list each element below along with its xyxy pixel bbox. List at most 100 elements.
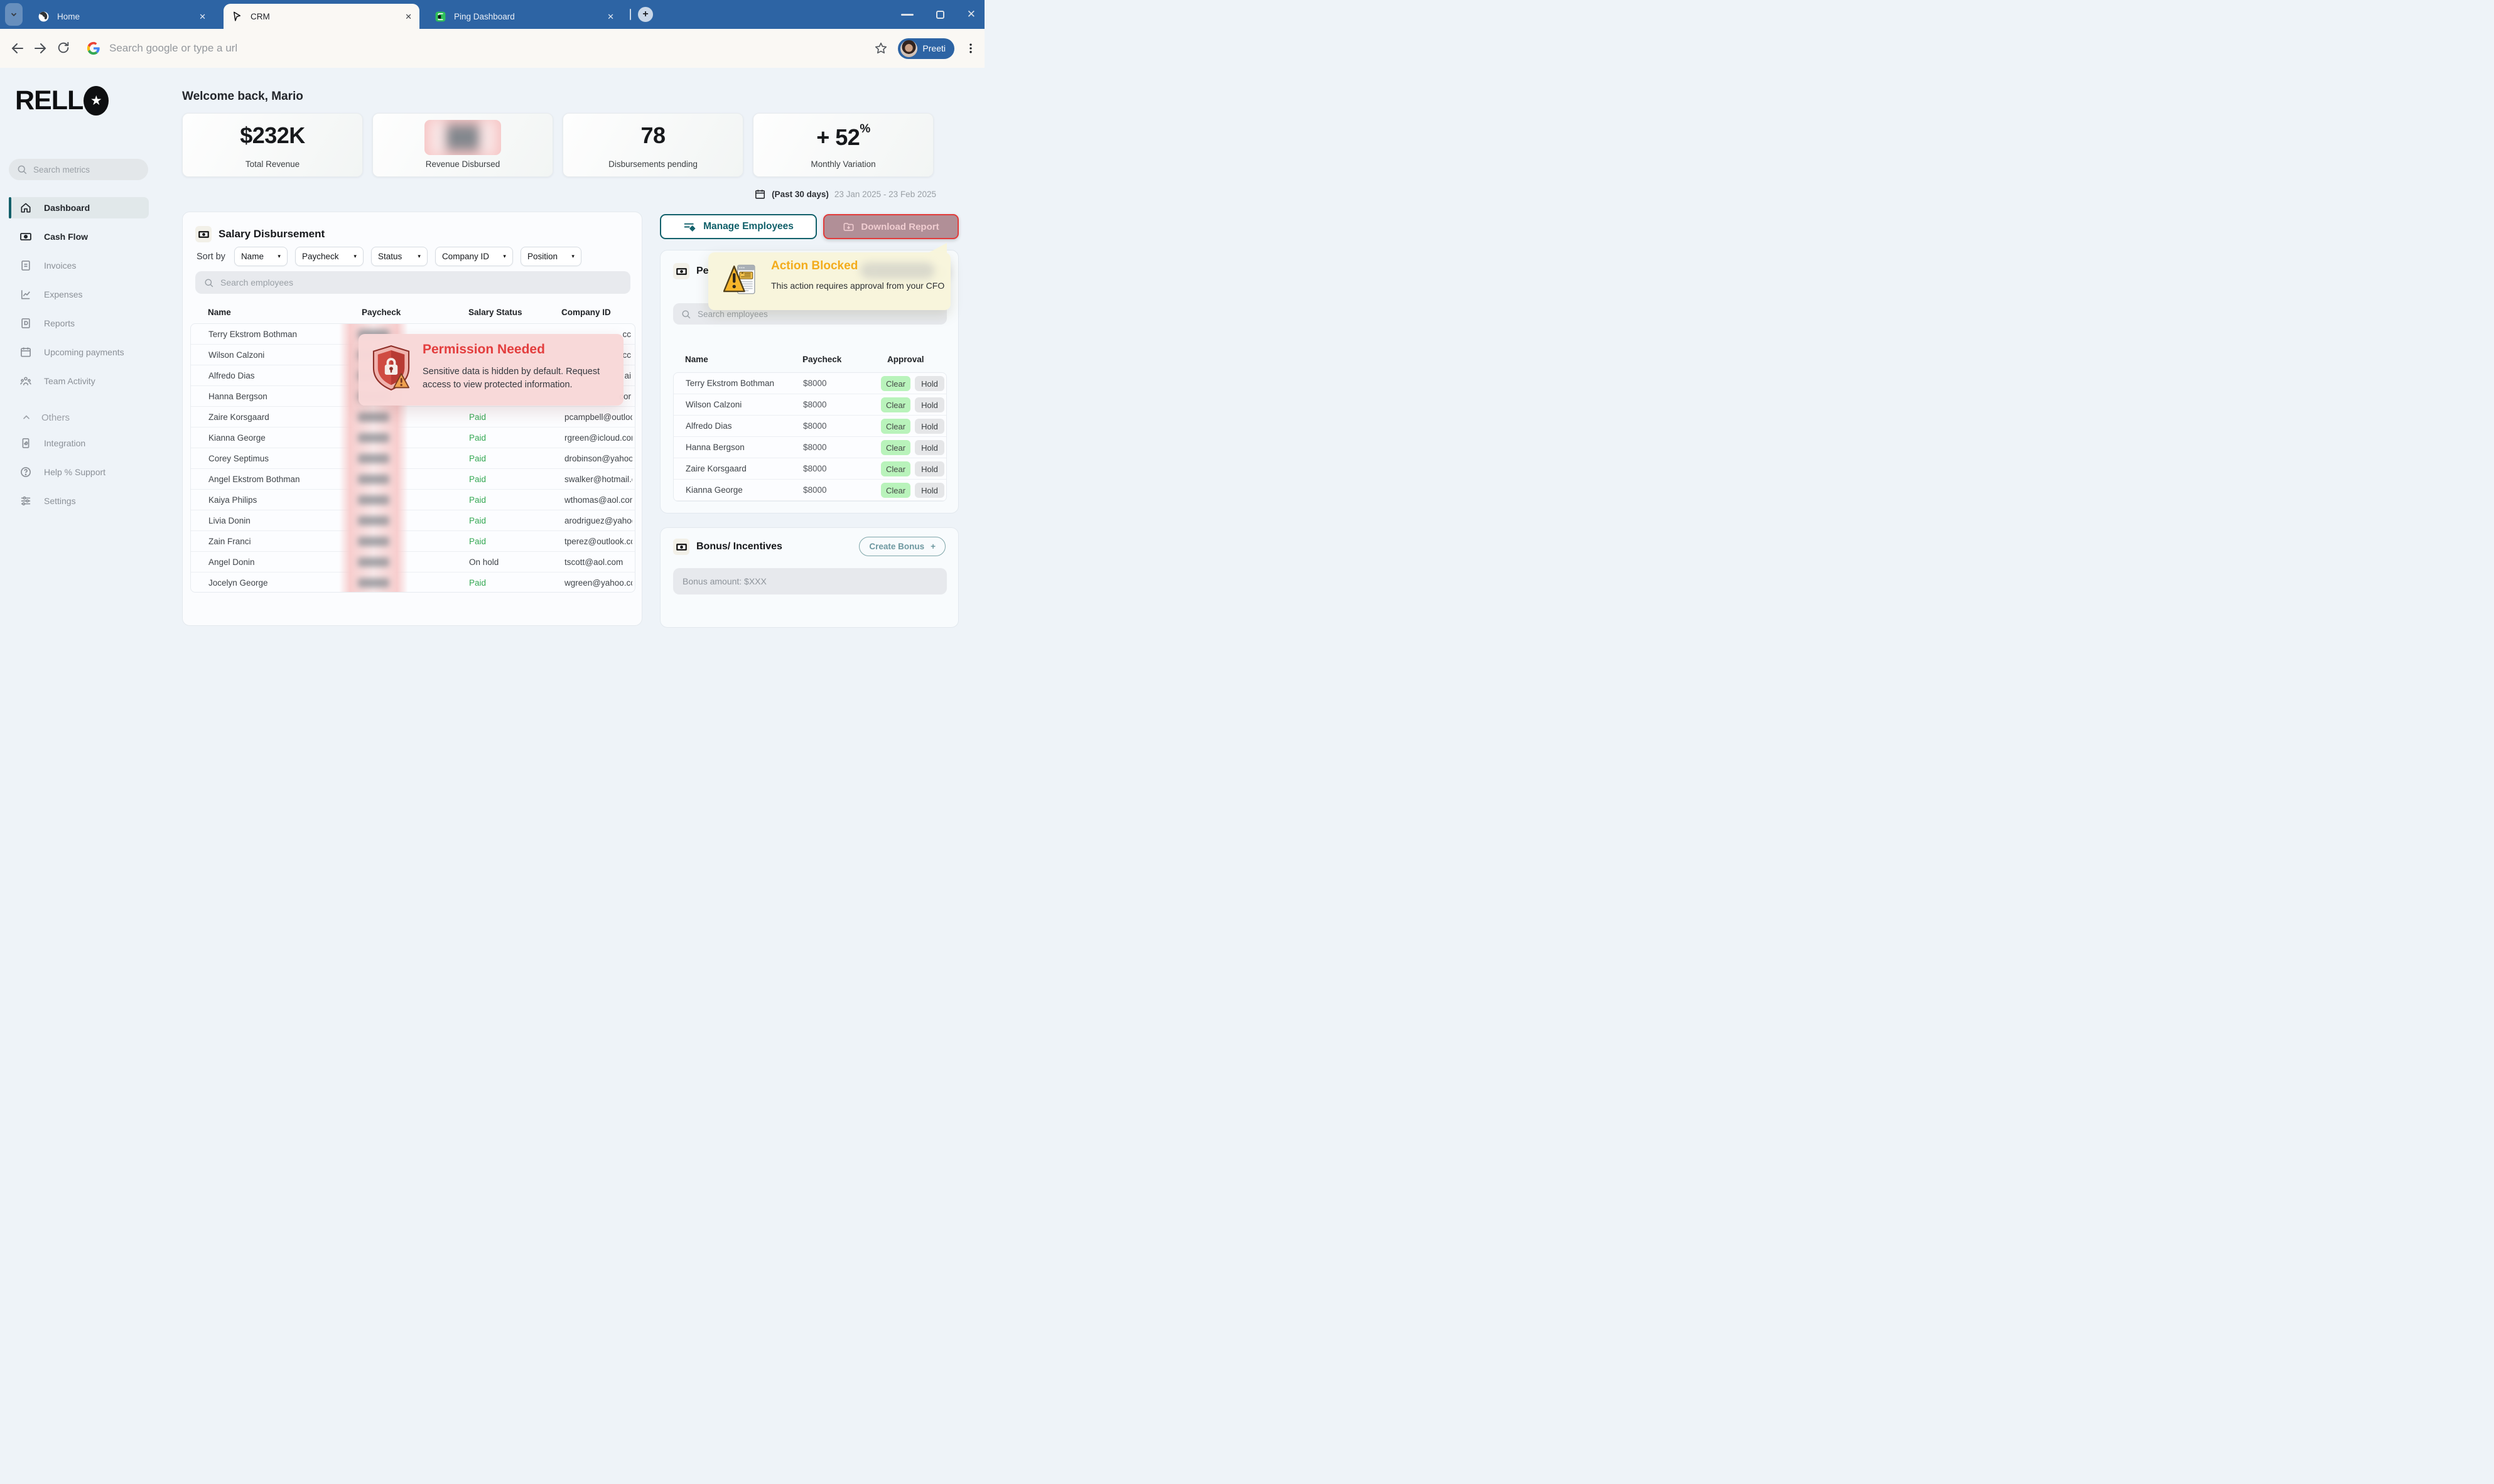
reload-icon[interactable] [57,41,72,56]
period-label[interactable]: (Past 30 days) [772,190,829,199]
forward-icon[interactable] [33,41,48,56]
clear-button[interactable]: Clear [881,483,910,498]
sidebar-item-expenses[interactable]: Expenses [9,284,149,305]
salary-status: Paid [469,490,486,510]
hold-button[interactable]: Hold [915,376,944,391]
tab-close-icon[interactable]: ✕ [405,13,412,21]
caret-down-icon: ▾ [418,253,421,260]
address-bar-placeholder[interactable]: Search google or type a url [109,42,237,55]
sort-dropdown-company-id[interactable]: Company ID▾ [435,247,513,266]
tab-close-icon[interactable]: ✕ [199,13,206,21]
crm-cursor-icon [231,11,243,23]
paycheck-redacted [339,448,408,469]
salary-status: Paid [469,427,486,448]
employee-name: Hanna Bergson [208,386,267,407]
salary-status: Paid [469,407,486,427]
tab-crm[interactable]: CRM ✕ [224,4,419,29]
sidebar-item-help-support[interactable]: Help % Support [9,461,149,483]
tab-label: CRM [251,12,270,21]
table-row[interactable]: Angel Donin On hold tscott@aol.com [191,552,635,573]
hold-button[interactable]: Hold [915,397,944,412]
table-row[interactable]: Kaiya Philips Paid wthomas@aol.com [191,490,635,510]
profile-button[interactable]: Preeti [898,38,954,59]
sidebar-item-dashboard[interactable]: Dashboard [9,197,149,218]
table-row[interactable]: Corey Septimus Paid drobinson@yahoo [191,448,635,469]
rello-logo: RELL ★ [15,85,109,116]
sidebar-item-settings[interactable]: Settings [9,490,149,512]
table-row[interactable]: Angel Ekstrom Bothman Paid swalker@hotma… [191,469,635,490]
sidebar-item-integration[interactable]: Integration [9,433,149,454]
tab-search-chevron-button[interactable] [5,3,23,26]
panel-title: Salary Disbursement [219,228,325,240]
hold-button[interactable]: Hold [915,483,944,498]
paycheck-redacted [339,573,408,593]
manage-employees-button[interactable]: Manage Employees [660,214,817,239]
invoice-icon [19,259,32,272]
clear-button[interactable]: Clear [881,461,910,476]
employee-name: Kaiya Philips [208,490,257,510]
hold-button[interactable]: Hold [915,461,944,476]
tab-close-icon[interactable]: ✕ [607,13,614,21]
search-icon [16,164,28,175]
redacted-value [424,120,501,155]
sidebar-item-cash-flow[interactable]: Cash Flow [9,226,149,247]
warning-triangle-icon [723,260,760,300]
column-name[interactable]: Name [208,308,231,317]
employee-name: Wilson Calzoni [686,394,742,416]
tab-ping-dashboard[interactable]: Ping Dashboard ✕ [427,4,622,29]
create-bonus-button[interactable]: Create Bonus + [859,537,946,556]
pending-table: Terry Ekstrom Bothman $8000 Clear Hold W… [673,372,947,502]
sidebar-item-invoices[interactable]: Invoices [9,255,149,276]
sidebar-item-upcoming-payments[interactable]: Upcoming payments [9,341,149,363]
minimize-button[interactable] [901,14,914,16]
stat-label: Revenue Disbursed [373,159,553,169]
back-icon[interactable] [10,41,25,56]
paycheck-redacted [339,427,408,448]
sort-dropdown-paycheck[interactable]: Paycheck▾ [295,247,364,266]
employee-name: Terry Ekstrom Bothman [686,373,774,394]
table-row[interactable]: Jocelyn George Paid wgreen@yahoo.cc [191,573,635,593]
employee-search-input[interactable]: Search employees [195,271,630,294]
window-close-button[interactable]: ✕ [967,8,976,21]
bonus-incentives-panel: Bonus/ Incentives Create Bonus + Bonus a… [660,527,959,628]
sort-dropdown-name[interactable]: Name▾ [234,247,288,266]
download-report-button[interactable]: Download Report [823,214,959,239]
sidebar-others-toggle[interactable]: Others [9,410,149,425]
clear-button[interactable]: Clear [881,397,910,412]
sidebar-item-reports[interactable]: Reports [9,313,149,334]
globe-icon [38,11,50,23]
clear-button[interactable]: Clear [881,419,910,434]
table-row[interactable]: Livia Donin Paid arodriguez@yahoo [191,510,635,531]
sort-dropdown-status[interactable]: Status▾ [371,247,428,266]
sort-row: Sort by Name▾ Paycheck▾ Status▾ Company … [197,247,589,266]
hold-button[interactable]: Hold [915,419,944,434]
chevron-up-icon [21,412,31,422]
new-tab-button[interactable]: + [638,7,653,22]
cash-icon [195,226,212,242]
salary-status: Paid [469,469,486,490]
sort-dropdown-position[interactable]: Position▾ [521,247,581,266]
maximize-button[interactable] [936,11,944,19]
clear-button[interactable]: Clear [881,440,910,455]
table-row[interactable]: Zaire Korsgaard Paid pcampbell@outloo [191,407,635,427]
bonus-amount-input[interactable]: Bonus amount: $XXX [673,568,947,594]
browser-tab-strip: Home ✕ CRM ✕ Ping Dashboard ✕ + ✕ [0,0,985,29]
tab-home[interactable]: Home ✕ [30,4,213,29]
sidebar-item-label: Invoices [44,261,76,271]
bookmark-star-icon[interactable] [874,41,888,55]
paycheck-redacted [339,531,408,552]
caret-down-icon: ▾ [571,253,575,260]
paycheck-redacted [339,510,408,531]
column-name[interactable]: Name [685,355,708,364]
search-metrics-input[interactable]: Search metrics [9,159,148,180]
hold-button[interactable]: Hold [915,440,944,455]
sidebar-item-team-activity[interactable]: Team Activity [9,370,149,392]
browser-menu-icon[interactable] [964,42,977,55]
table-row: Wilson Calzoni $8000 Clear Hold [674,394,946,416]
clear-button[interactable]: Clear [881,376,910,391]
cash-icon [673,539,689,555]
employee-name: Zaire Korsgaard [208,407,269,427]
table-row[interactable]: Kianna George Paid rgreen@icloud.cor [191,427,635,448]
employee-name: Angel Donin [208,552,255,573]
table-row[interactable]: Zain Franci Paid tperez@outlook.cc [191,531,635,552]
